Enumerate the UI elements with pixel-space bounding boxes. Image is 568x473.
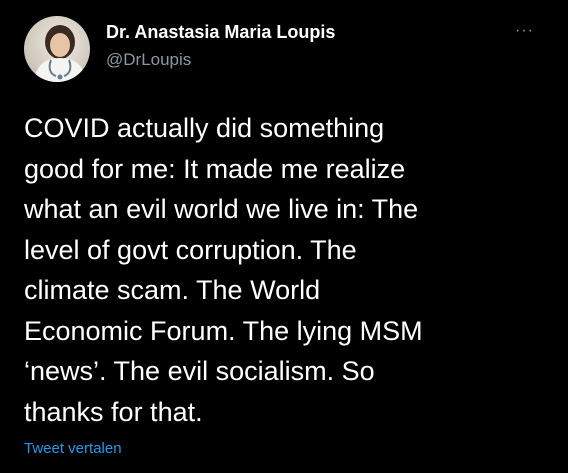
profile-photo-icon — [34, 25, 86, 82]
tweet-text-line: level of govt corruption. The — [24, 234, 357, 265]
tweet-text-line: climate scam. The World — [24, 275, 321, 305]
tweet-text-line: thanks for that. — [24, 396, 203, 427]
tweet-text: COVID actually did something good for me… — [24, 108, 544, 432]
tweet-text-line: ‘news’. The evil socialism. So — [24, 356, 375, 386]
author-name[interactable]: Dr. Anastasia Maria Loupis — [106, 22, 335, 43]
author-handle[interactable]: @DrLoupis — [106, 50, 191, 70]
tweet-text-line: what an evil world we live in: The — [24, 194, 419, 224]
avatar[interactable] — [24, 16, 90, 82]
tweet-text-line: COVID actually did something — [24, 113, 385, 143]
tweet-text-line: good for me: It made me realize — [24, 153, 406, 184]
more-options-icon[interactable]: ··· — [515, 22, 534, 40]
tweet-text-line: Economic Forum. The lying MSM — [24, 315, 423, 346]
tweet-card: Dr. Anastasia Maria Loupis @DrLoupis ···… — [0, 0, 568, 473]
translate-tweet-link[interactable]: Tweet vertalen — [24, 440, 122, 457]
